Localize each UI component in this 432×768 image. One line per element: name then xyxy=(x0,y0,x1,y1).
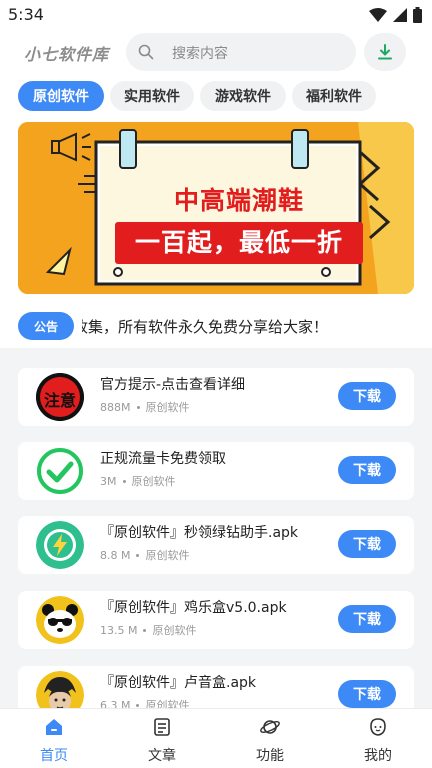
nav-profile-label: 我的 xyxy=(364,748,392,764)
category-tabs: 原创软件 实用软件 游戏软件 福利软件 xyxy=(0,74,432,118)
search-icon xyxy=(138,44,154,60)
tab-original[interactable]: 原创软件 xyxy=(18,81,104,111)
battery-icon xyxy=(413,7,422,23)
app-title: 『原创软件』卢音盒.apk xyxy=(100,675,257,691)
list-item[interactable]: 注意 官方提示-点击查看详细 888M 原创软件 下载 xyxy=(18,368,414,426)
app-size: 13.5 M xyxy=(100,623,138,637)
download-button[interactable]: 下载 xyxy=(338,382,396,410)
app-meta: 8.8 M 原创软件 xyxy=(100,547,189,563)
search-placeholder: 搜索内容 xyxy=(172,46,228,62)
download-button[interactable]: 下载 xyxy=(338,605,396,633)
app-size: 8.8 M xyxy=(100,548,131,562)
app-category: 原创软件 xyxy=(145,401,190,414)
top-bar: 小七软件库 搜索内容 xyxy=(0,30,432,74)
app-title: 小七软件库 xyxy=(24,45,110,64)
nav-home[interactable]: 首页 xyxy=(0,709,108,768)
app-size: 888M xyxy=(100,400,131,414)
download-button[interactable]: 下载 xyxy=(338,530,396,558)
panda-icon xyxy=(36,596,84,644)
check-icon xyxy=(36,447,84,495)
status-icons xyxy=(369,7,422,23)
notice-bar: 公告 软件库收集，所有软件永久免费分享给大家！ xyxy=(0,306,432,348)
download-manager-button[interactable] xyxy=(364,33,406,71)
notice-icon-text: 注意 xyxy=(43,391,76,410)
planet-icon xyxy=(260,720,280,734)
notice-icon: 注意 xyxy=(36,373,84,421)
green-diamond-icon xyxy=(36,521,84,569)
nav-articles[interactable]: 文章 xyxy=(108,709,216,768)
nav-articles-label: 文章 xyxy=(148,748,176,764)
app-title: 『原创软件』秒领绿钻助手.apk xyxy=(100,525,299,541)
article-icon xyxy=(154,718,170,736)
promo-banner[interactable]: 中高端潮鞋 一百起，最低一折 xyxy=(18,122,414,294)
app-size: 3M xyxy=(100,474,117,488)
nav-home-label: 首页 xyxy=(40,748,68,764)
notice-badge: 公告 xyxy=(18,312,74,340)
app-title: 『原创软件』鸡乐盒v5.0.apk xyxy=(100,600,287,616)
nav-profile[interactable]: 我的 xyxy=(324,709,432,768)
list-item[interactable]: 『原创软件』鸡乐盒v5.0.apk 13.5 M 原创软件 下载 xyxy=(18,591,414,649)
app-meta: 3M 原创软件 xyxy=(100,473,176,489)
status-bar: 5:34 xyxy=(0,0,432,30)
search-input[interactable]: 搜索内容 xyxy=(126,33,356,71)
download-button[interactable]: 下载 xyxy=(338,456,396,484)
home-icon xyxy=(46,719,62,735)
face-icon xyxy=(370,718,386,736)
tab-welfare[interactable]: 福利软件 xyxy=(292,81,376,111)
list-item[interactable]: 正规流量卡免费领取 3M 原创软件 下载 xyxy=(18,442,414,500)
banner-headline: 中高端潮鞋 xyxy=(173,186,304,215)
nav-features-label: 功能 xyxy=(256,748,284,764)
banner-subline: 一百起，最低一折 xyxy=(115,222,363,264)
banner-area: 中高端潮鞋 一百起，最低一折 xyxy=(0,118,432,306)
nav-features[interactable]: 功能 xyxy=(216,709,324,768)
app-title: 正规流量卡免费领取 xyxy=(100,451,226,467)
app-category: 原创软件 xyxy=(131,475,176,488)
app-category: 原创软件 xyxy=(152,624,197,637)
app-title: 官方提示-点击查看详细 xyxy=(100,377,246,393)
app-category: 原创软件 xyxy=(145,549,190,562)
wifi-icon xyxy=(369,8,387,22)
signal-icon xyxy=(393,8,407,22)
app-meta: 888M 原创软件 xyxy=(100,399,190,415)
notice-marquee[interactable]: 软件库收集，所有软件永久免费分享给大家！ xyxy=(82,306,422,348)
list-item[interactable]: 『原创软件』秒领绿钻助手.apk 8.8 M 原创软件 下载 xyxy=(18,516,414,574)
download-button[interactable]: 下载 xyxy=(338,680,396,708)
download-icon xyxy=(378,44,392,60)
app-meta: 13.5 M 原创软件 xyxy=(100,622,196,638)
tab-utility[interactable]: 实用软件 xyxy=(110,81,194,111)
status-time: 5:34 xyxy=(8,5,44,24)
tab-games[interactable]: 游戏软件 xyxy=(200,81,286,111)
bottom-nav: 首页 文章 功能 我的 xyxy=(0,708,432,768)
notice-text: 软件库收集，所有软件永久免费分享给大家！ xyxy=(82,318,329,336)
